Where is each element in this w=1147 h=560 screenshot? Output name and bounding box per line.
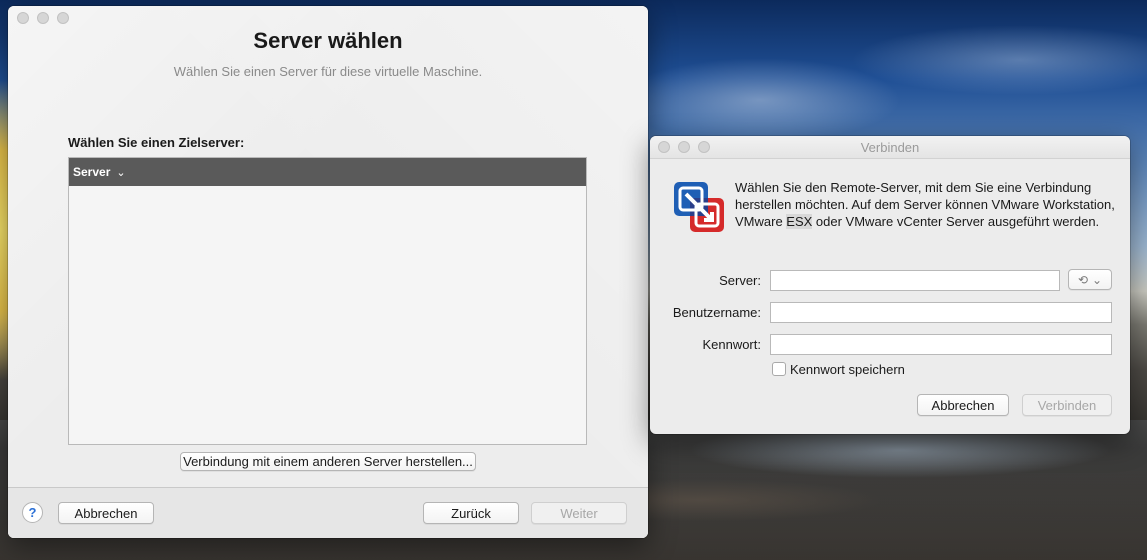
save-password-label[interactable]: Kennwort speichern: [790, 362, 905, 377]
window-controls: [17, 12, 69, 24]
username-label: Benutzername:: [672, 305, 761, 320]
server-input[interactable]: [770, 270, 1060, 291]
desktop-sky: [640, 0, 1147, 140]
help-button[interactable]: ?: [22, 502, 43, 523]
save-password-checkbox[interactable]: [772, 362, 786, 376]
close-window-button[interactable]: [17, 12, 29, 24]
next-button[interactable]: Weiter: [531, 502, 627, 524]
server-table[interactable]: Server ⌄: [68, 157, 587, 445]
connect-dialog: Verbinden Wählen Sie den Remote-Server, …: [650, 136, 1130, 434]
server-select-window: Server wählen Wählen Sie einen Server fü…: [8, 6, 648, 538]
history-icon: ⟲: [1077, 272, 1088, 287]
username-input[interactable]: [770, 302, 1112, 323]
cancel-button[interactable]: Abbrechen: [58, 502, 154, 524]
dialog-message: Wählen Sie den Remote-Server, mit dem Si…: [735, 179, 1115, 230]
dialog-message-highlight: ESX: [786, 214, 813, 229]
column-header-label: Server: [73, 165, 111, 179]
minimize-window-button[interactable]: [37, 12, 49, 24]
password-input[interactable]: [770, 334, 1112, 355]
dialog-title: Verbinden: [860, 140, 920, 155]
dialog-message-text-end: oder VMware vCenter Server ausgeführt we…: [812, 214, 1100, 229]
window-footer: ? Abbrechen Zurück Weiter: [8, 487, 648, 538]
dialog-cancel-button[interactable]: Abbrechen: [917, 394, 1009, 416]
target-server-label: Wählen Sie einen Zielserver:: [68, 135, 245, 150]
connect-other-server-button[interactable]: Verbindung mit einem anderen Server hers…: [180, 452, 476, 471]
back-button[interactable]: Zurück: [423, 502, 519, 524]
page-subtitle: Wählen Sie einen Server für diese virtue…: [173, 64, 483, 79]
server-label: Server:: [719, 273, 761, 288]
chevron-down-icon: ⌄: [1092, 272, 1103, 287]
vmware-fusion-logo-icon: [674, 182, 724, 232]
table-header-server[interactable]: Server ⌄: [69, 158, 586, 186]
server-history-button[interactable]: ⟲ ⌄: [1068, 269, 1112, 290]
chevron-down-icon: ⌄: [116, 166, 126, 179]
zoom-window-button[interactable]: [57, 12, 69, 24]
connect-button[interactable]: Verbinden: [1022, 394, 1112, 416]
page-title: Server wählen: [253, 28, 403, 53]
password-label: Kennwort:: [702, 337, 761, 352]
